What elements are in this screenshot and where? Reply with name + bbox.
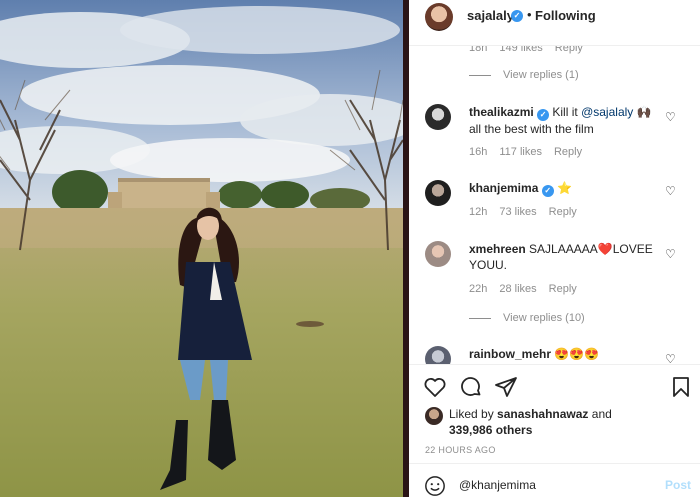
liked-by-text: Liked by sanashahnawaz and 339,986 other… — [449, 407, 612, 437]
comment-meta: 22h 28 likes Reply — [469, 283, 577, 295]
replies-line — [469, 317, 491, 319]
commenter-avatar[interactable] — [425, 104, 451, 130]
emoji-icon[interactable] — [424, 475, 446, 497]
partial-comment-meta: 18h 149 likes Reply — [469, 46, 583, 54]
author-avatar[interactable] — [425, 3, 453, 31]
commenter-avatar[interactable] — [425, 180, 451, 206]
like-comment-heart-icon[interactable]: ♡ — [665, 247, 676, 261]
likes-count-link[interactable]: 339,986 others — [449, 423, 532, 437]
bookmark-icon[interactable] — [669, 375, 693, 399]
view-replies-toggle[interactable]: View replies (10) — [469, 312, 585, 324]
comment-text: thealikazmi ✓ Kill it @sajalaly 🙌🏿 all t… — [469, 105, 652, 136]
commenter-username[interactable]: rainbow_mehr — [469, 347, 551, 361]
liker-username[interactable]: sanashahnawaz — [497, 407, 588, 421]
replies-line — [469, 74, 491, 76]
comment-meta: 12h 73 likes Reply — [469, 206, 577, 218]
liker-avatar[interactable] — [425, 407, 443, 425]
commenter-avatar[interactable] — [425, 346, 451, 364]
commenter-username[interactable]: thealikazmi — [469, 105, 534, 119]
comment-text: xmehreen SAJLAAAAA❤️LOVEE YOUU. — [469, 242, 653, 272]
commenter-username[interactable]: xmehreen — [469, 242, 526, 256]
comment-input[interactable] — [459, 478, 639, 492]
add-comment-bar: Post — [409, 463, 700, 497]
comment-icon[interactable] — [459, 375, 483, 399]
comment-list[interactable]: 18h 149 likes Reply View replies (1) theal… — [409, 46, 700, 364]
verified-icon: ✓ — [541, 185, 554, 197]
header-separator: • — [527, 7, 532, 22]
author-username[interactable]: sajalaly — [467, 8, 514, 23]
commenter-username[interactable]: khanjemima — [469, 181, 538, 195]
verified-icon: ✓ — [537, 109, 550, 121]
share-icon[interactable] — [494, 375, 518, 399]
view-replies-toggle[interactable]: View replies (1) — [469, 69, 579, 81]
post-actions: Liked by sanashahnawaz and 339,986 other… — [409, 364, 700, 497]
like-comment-heart-icon[interactable]: ♡ — [665, 352, 676, 364]
like-comment-heart-icon[interactable]: ♡ — [665, 184, 676, 198]
post-comment-button[interactable]: Post — [665, 478, 691, 492]
post-header: sajalaly ✓ • Following — [409, 0, 700, 46]
verified-icon: ✓ — [511, 10, 523, 22]
comment-meta: 16h 117 likes Reply — [469, 146, 583, 158]
post-timestamp[interactable]: 22 HOURS AGO — [425, 445, 496, 455]
mention-link[interactable]: @sajalaly — [581, 105, 633, 119]
heart-icon[interactable] — [423, 375, 447, 399]
comment-text: rainbow_mehr 😍😍😍 — [469, 347, 600, 361]
post-photo[interactable] — [0, 0, 403, 497]
comment-text: khanjemima ✓ ⭐ — [469, 181, 573, 197]
post-side-panel: sajalaly ✓ • Following 18h 149 likes Reply… — [409, 0, 700, 497]
following-button[interactable]: Following — [535, 8, 596, 23]
like-comment-heart-icon[interactable]: ♡ — [665, 110, 676, 124]
commenter-avatar[interactable] — [425, 241, 451, 267]
